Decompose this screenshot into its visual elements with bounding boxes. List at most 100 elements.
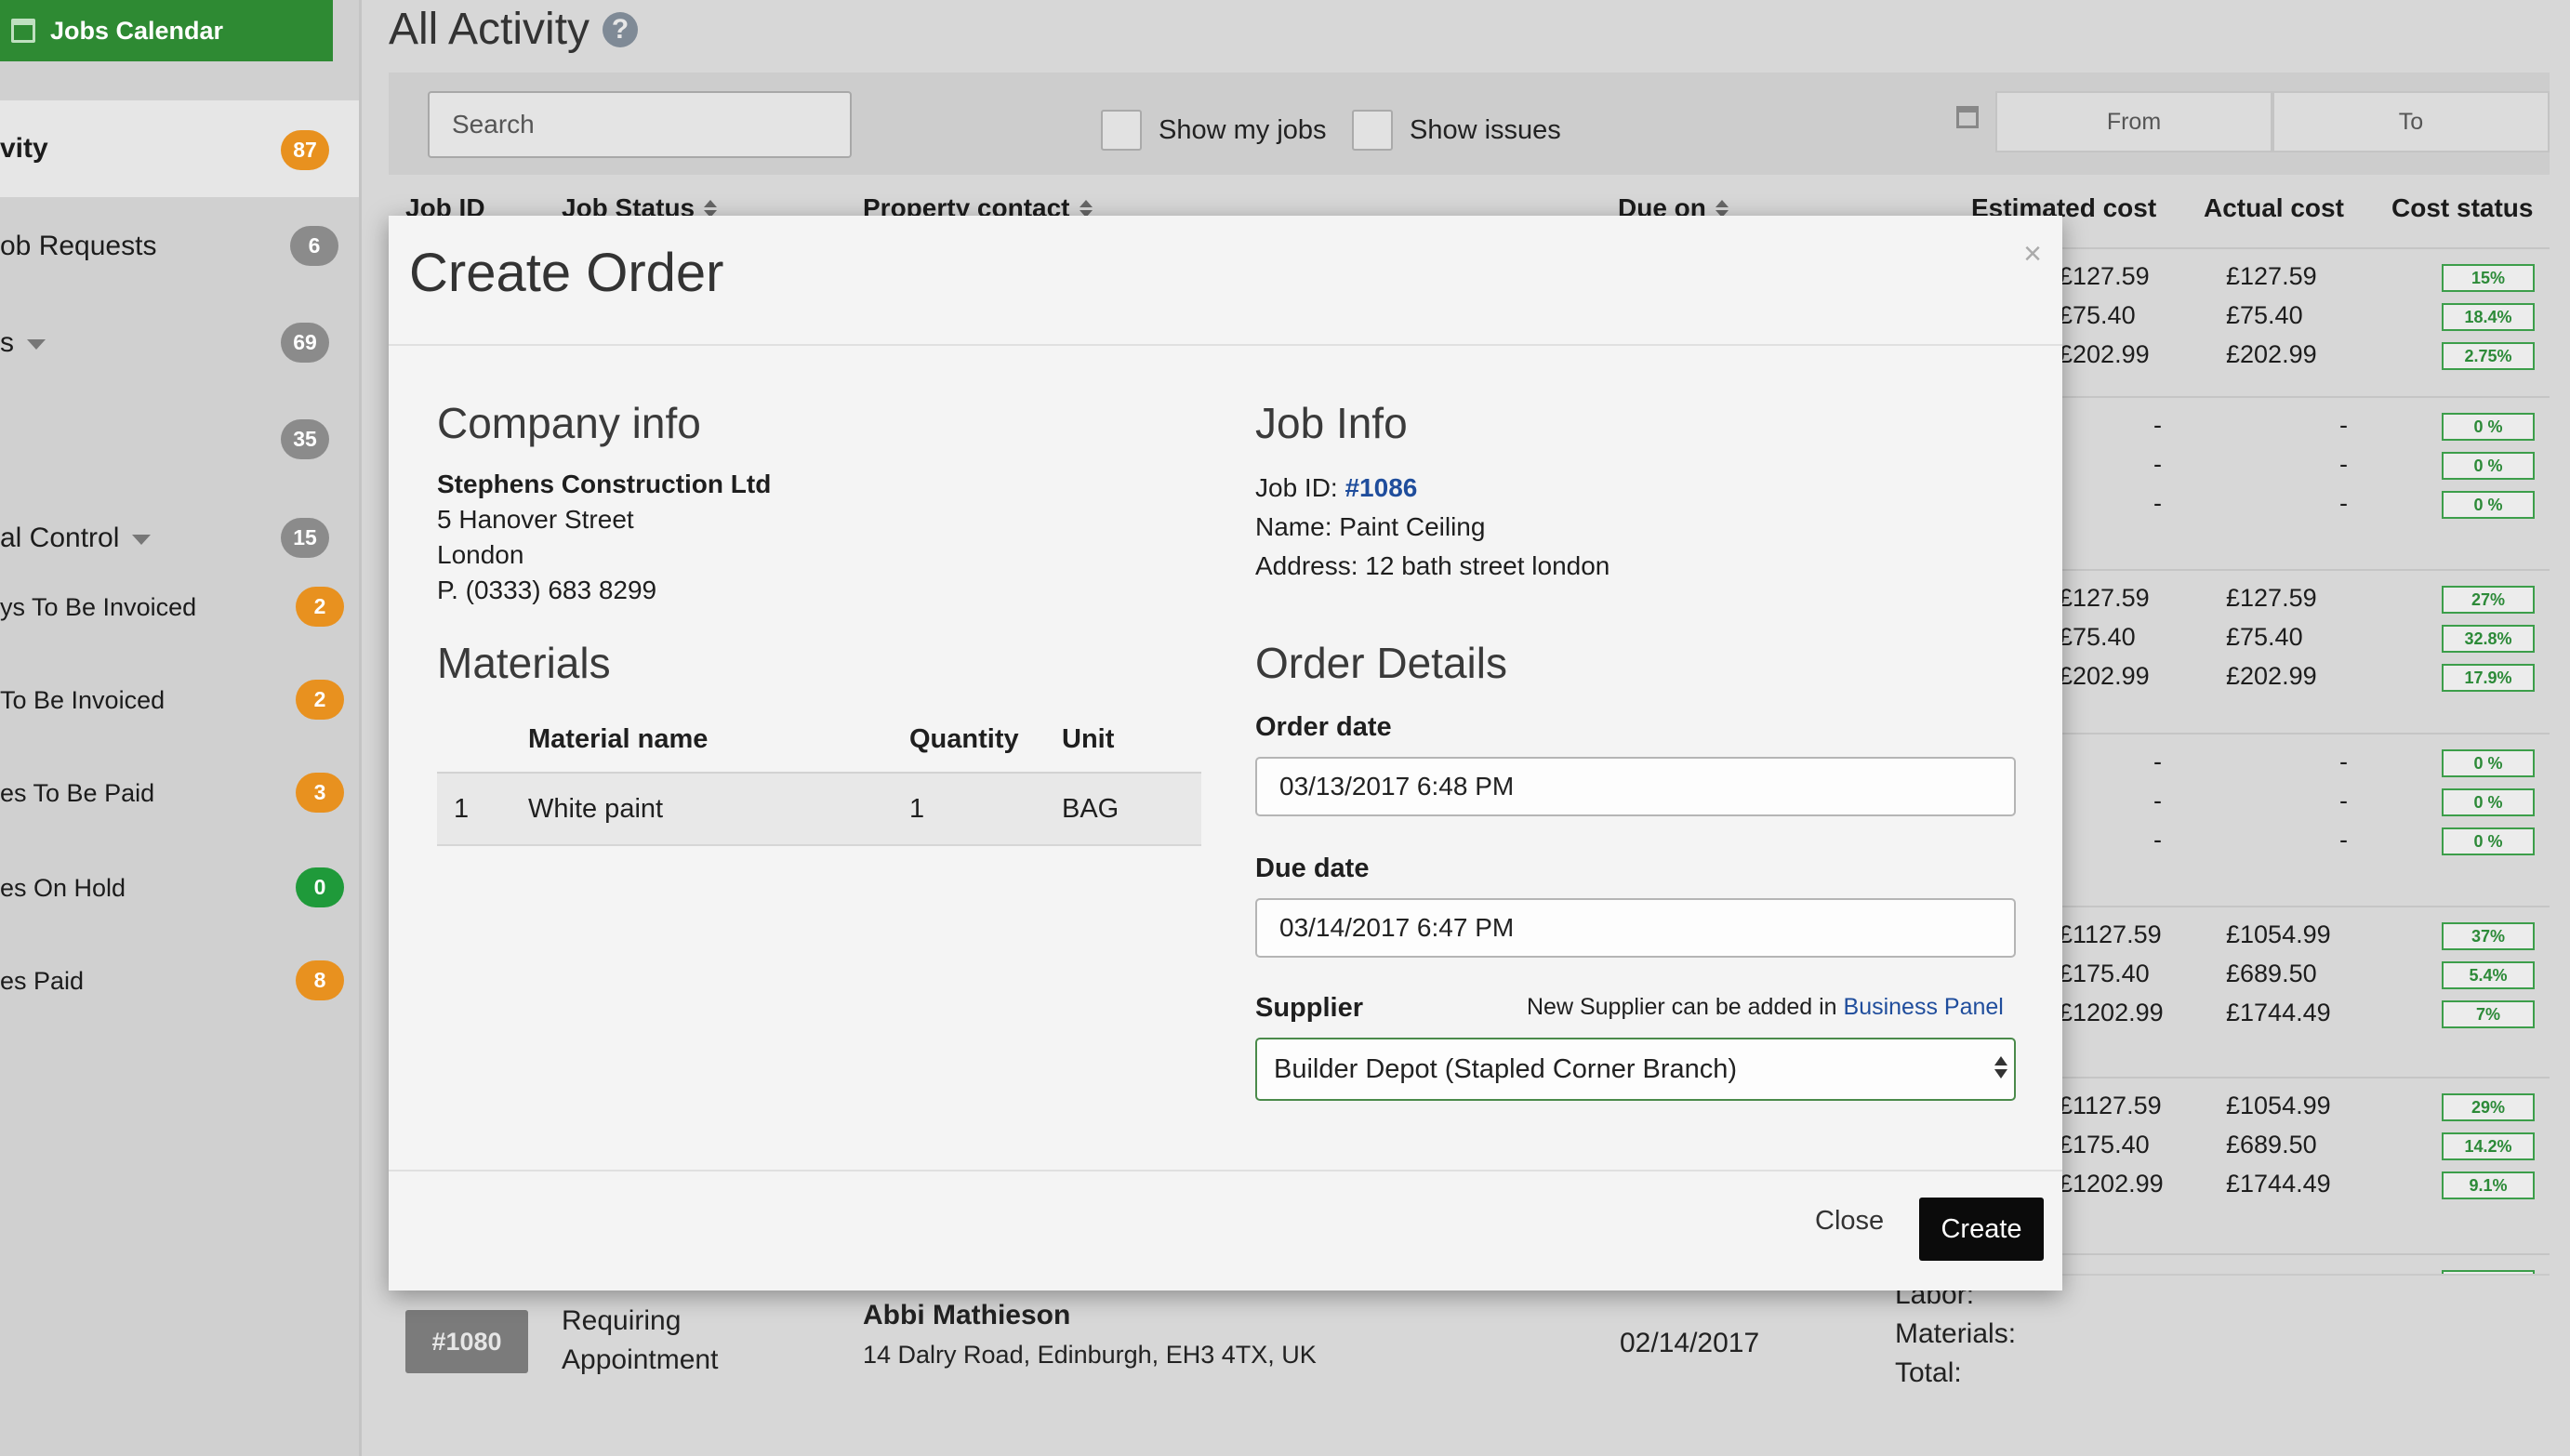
sidebar-count-badge: 2 <box>296 587 344 627</box>
actual-cost-value: - <box>2339 489 2348 517</box>
sidebar-item-unlabeled[interactable]: 35 <box>0 417 359 463</box>
actual-cost-value: £202.99 <box>2226 340 2317 368</box>
company-city: London <box>437 540 524 569</box>
actual-cost-value: £75.40 <box>2226 623 2303 651</box>
supplier-note: New Supplier can be added in Business Pa… <box>1527 994 2004 1020</box>
estimated-cost-value: - <box>2153 450 2162 478</box>
cost-status-badge: 0 % <box>2442 827 2535 855</box>
job-name: Name: Paint Ceiling <box>1255 512 1486 541</box>
due-date-label: Due date <box>1255 854 1370 883</box>
due-date-field[interactable] <box>1255 898 2016 958</box>
column-header-actual-cost: Actual cost <box>2204 193 2344 222</box>
order-details-heading: Order Details <box>1255 639 1507 687</box>
cost-status-badge: 0 % <box>2442 788 2535 816</box>
cost-status-badge: 27% <box>2442 586 2535 614</box>
sidebar-item-financial-control[interactable]: al Control 15 <box>0 515 359 562</box>
sidebar-item-to-be-paid[interactable]: es To Be Paid 3 <box>0 770 359 816</box>
unit-header: Unit <box>1062 723 1115 754</box>
actual-cost-value: - <box>2339 411 2348 439</box>
quantity-header: Quantity <box>909 723 1019 754</box>
chevron-down-icon <box>27 338 46 350</box>
sidebar-item-job-requests[interactable]: ob Requests 6 <box>0 223 359 270</box>
estimated-cost-value: - <box>2153 489 2162 517</box>
actual-cost-value: £689.50 <box>2226 1131 2317 1158</box>
chevron-down-icon <box>132 534 152 545</box>
company-name: Stephens Construction Ltd <box>437 470 772 498</box>
actual-cost-value: £1054.99 <box>2226 920 2331 948</box>
sort-icon <box>1715 200 1729 218</box>
business-panel-link[interactable]: Business Panel <box>1844 994 2004 1020</box>
cost-status-badge: 0 % <box>2442 491 2535 519</box>
cost-label: Total: <box>1895 1357 1962 1388</box>
sidebar-item-paid[interactable]: es Paid 8 <box>0 958 359 1004</box>
sidebar-item-on-hold[interactable]: es On Hold 0 <box>0 865 359 911</box>
date-from-field[interactable]: From <box>1995 91 2272 152</box>
order-date-field[interactable] <box>1255 757 2016 816</box>
actual-cost-value: - <box>2339 787 2348 814</box>
show-my-jobs-toggle[interactable]: Show my jobs <box>1101 110 1327 151</box>
order-date-label: Order date <box>1255 712 1392 742</box>
job-id-line: Job ID: #1086 <box>1255 473 1418 502</box>
create-button[interactable]: Create <box>1919 1198 2044 1261</box>
estimated-cost-value: - <box>2153 787 2162 814</box>
page-title: All Activity ? <box>389 4 639 55</box>
actual-cost-value: - <box>2339 826 2348 854</box>
sort-icon <box>1079 200 1093 218</box>
modal-title: Create Order <box>409 243 724 303</box>
sidebar-count-badge: 69 <box>281 323 329 363</box>
sidebar-item-days-to-be-invoiced[interactable]: ys To Be Invoiced 2 <box>0 584 359 630</box>
column-header-cost-status: Cost status <box>2391 193 2534 222</box>
supplier-select[interactable]: Builder Depot (Stapled Corner Branch) <box>1255 1038 2016 1101</box>
sidebar-item-activity[interactable]: vity 87 <box>0 100 359 197</box>
sidebar-item-to-be-invoiced[interactable]: To Be Invoiced 2 <box>0 677 359 723</box>
job-id-link[interactable]: #1086 <box>1345 473 1417 502</box>
date-to-field[interactable]: To <box>2272 91 2550 152</box>
cost-status-badge: 15% <box>2442 264 2535 292</box>
cost-status-badge: 32.8% <box>2442 625 2535 653</box>
create-order-modal: Create Order × Company info Stephens Con… <box>389 216 2062 1291</box>
supplier-label: Supplier <box>1255 993 1364 1023</box>
cost-status-badge: 7% <box>2442 1000 2535 1028</box>
actual-cost-value: £1744.49 <box>2226 999 2331 1026</box>
materials-heading: Materials <box>437 639 611 687</box>
estimated-cost-value: £127.59 <box>2059 584 2150 612</box>
help-icon[interactable]: ? <box>603 11 639 47</box>
show-my-jobs-checkbox[interactable] <box>1101 110 1142 151</box>
show-issues-checkbox[interactable] <box>1352 110 1393 151</box>
sidebar-item-jobs[interactable]: s 69 <box>0 320 359 366</box>
company-street: 5 Hanover Street <box>437 505 634 534</box>
close-button[interactable]: Close <box>1809 1205 1889 1238</box>
contact-name: Abbi Mathieson <box>863 1300 1071 1330</box>
cost-status-badge: 37% <box>2442 922 2535 950</box>
actual-cost-value: £202.99 <box>2226 662 2317 690</box>
cost-status-badge: 17.9% <box>2442 664 2535 692</box>
estimated-cost-value: - <box>2153 748 2162 775</box>
modal-footer-divider <box>389 1170 2062 1171</box>
sidebar-count-badge: 6 <box>290 226 338 266</box>
cost-status-badge: 14.2% <box>2442 1132 2535 1160</box>
due-date: 02/14/2017 <box>1620 1328 1760 1358</box>
actual-cost-value: £689.50 <box>2226 960 2317 987</box>
calendar-icon <box>11 19 35 43</box>
estimated-cost-value: £175.40 <box>2059 1131 2150 1158</box>
show-issues-toggle[interactable]: Show issues <box>1352 110 1561 151</box>
table-row[interactable]: 1 White paint 1 BAG <box>437 772 1201 846</box>
job-id-badge[interactable]: #1080 <box>405 1310 528 1373</box>
job-address: Address: 12 bath street london <box>1255 551 1610 580</box>
material-name-header: Material name <box>528 723 709 754</box>
search-input[interactable] <box>428 91 852 158</box>
sidebar-count-badge: 35 <box>281 419 329 459</box>
jobs-calendar-button[interactable]: Jobs Calendar <box>0 0 333 61</box>
estimated-cost-value: £1202.99 <box>2059 1170 2164 1198</box>
material-quantity: 1 <box>909 772 1062 846</box>
jobs-calendar-label: Jobs Calendar <box>50 16 224 45</box>
calendar-icon[interactable] <box>1956 106 1979 128</box>
material-index: 1 <box>437 772 528 846</box>
sidebar: Jobs Calendar vity 87 ob Requests 6 s 69… <box>0 0 362 1456</box>
estimated-cost-value: £1127.59 <box>2059 1092 2162 1119</box>
material-name: White paint <box>528 772 909 846</box>
actual-cost-value: £75.40 <box>2226 301 2303 329</box>
close-icon[interactable]: × <box>2023 236 2042 272</box>
estimated-cost-value: £75.40 <box>2059 623 2136 651</box>
cost-status-badge: 0 % <box>2442 452 2535 480</box>
